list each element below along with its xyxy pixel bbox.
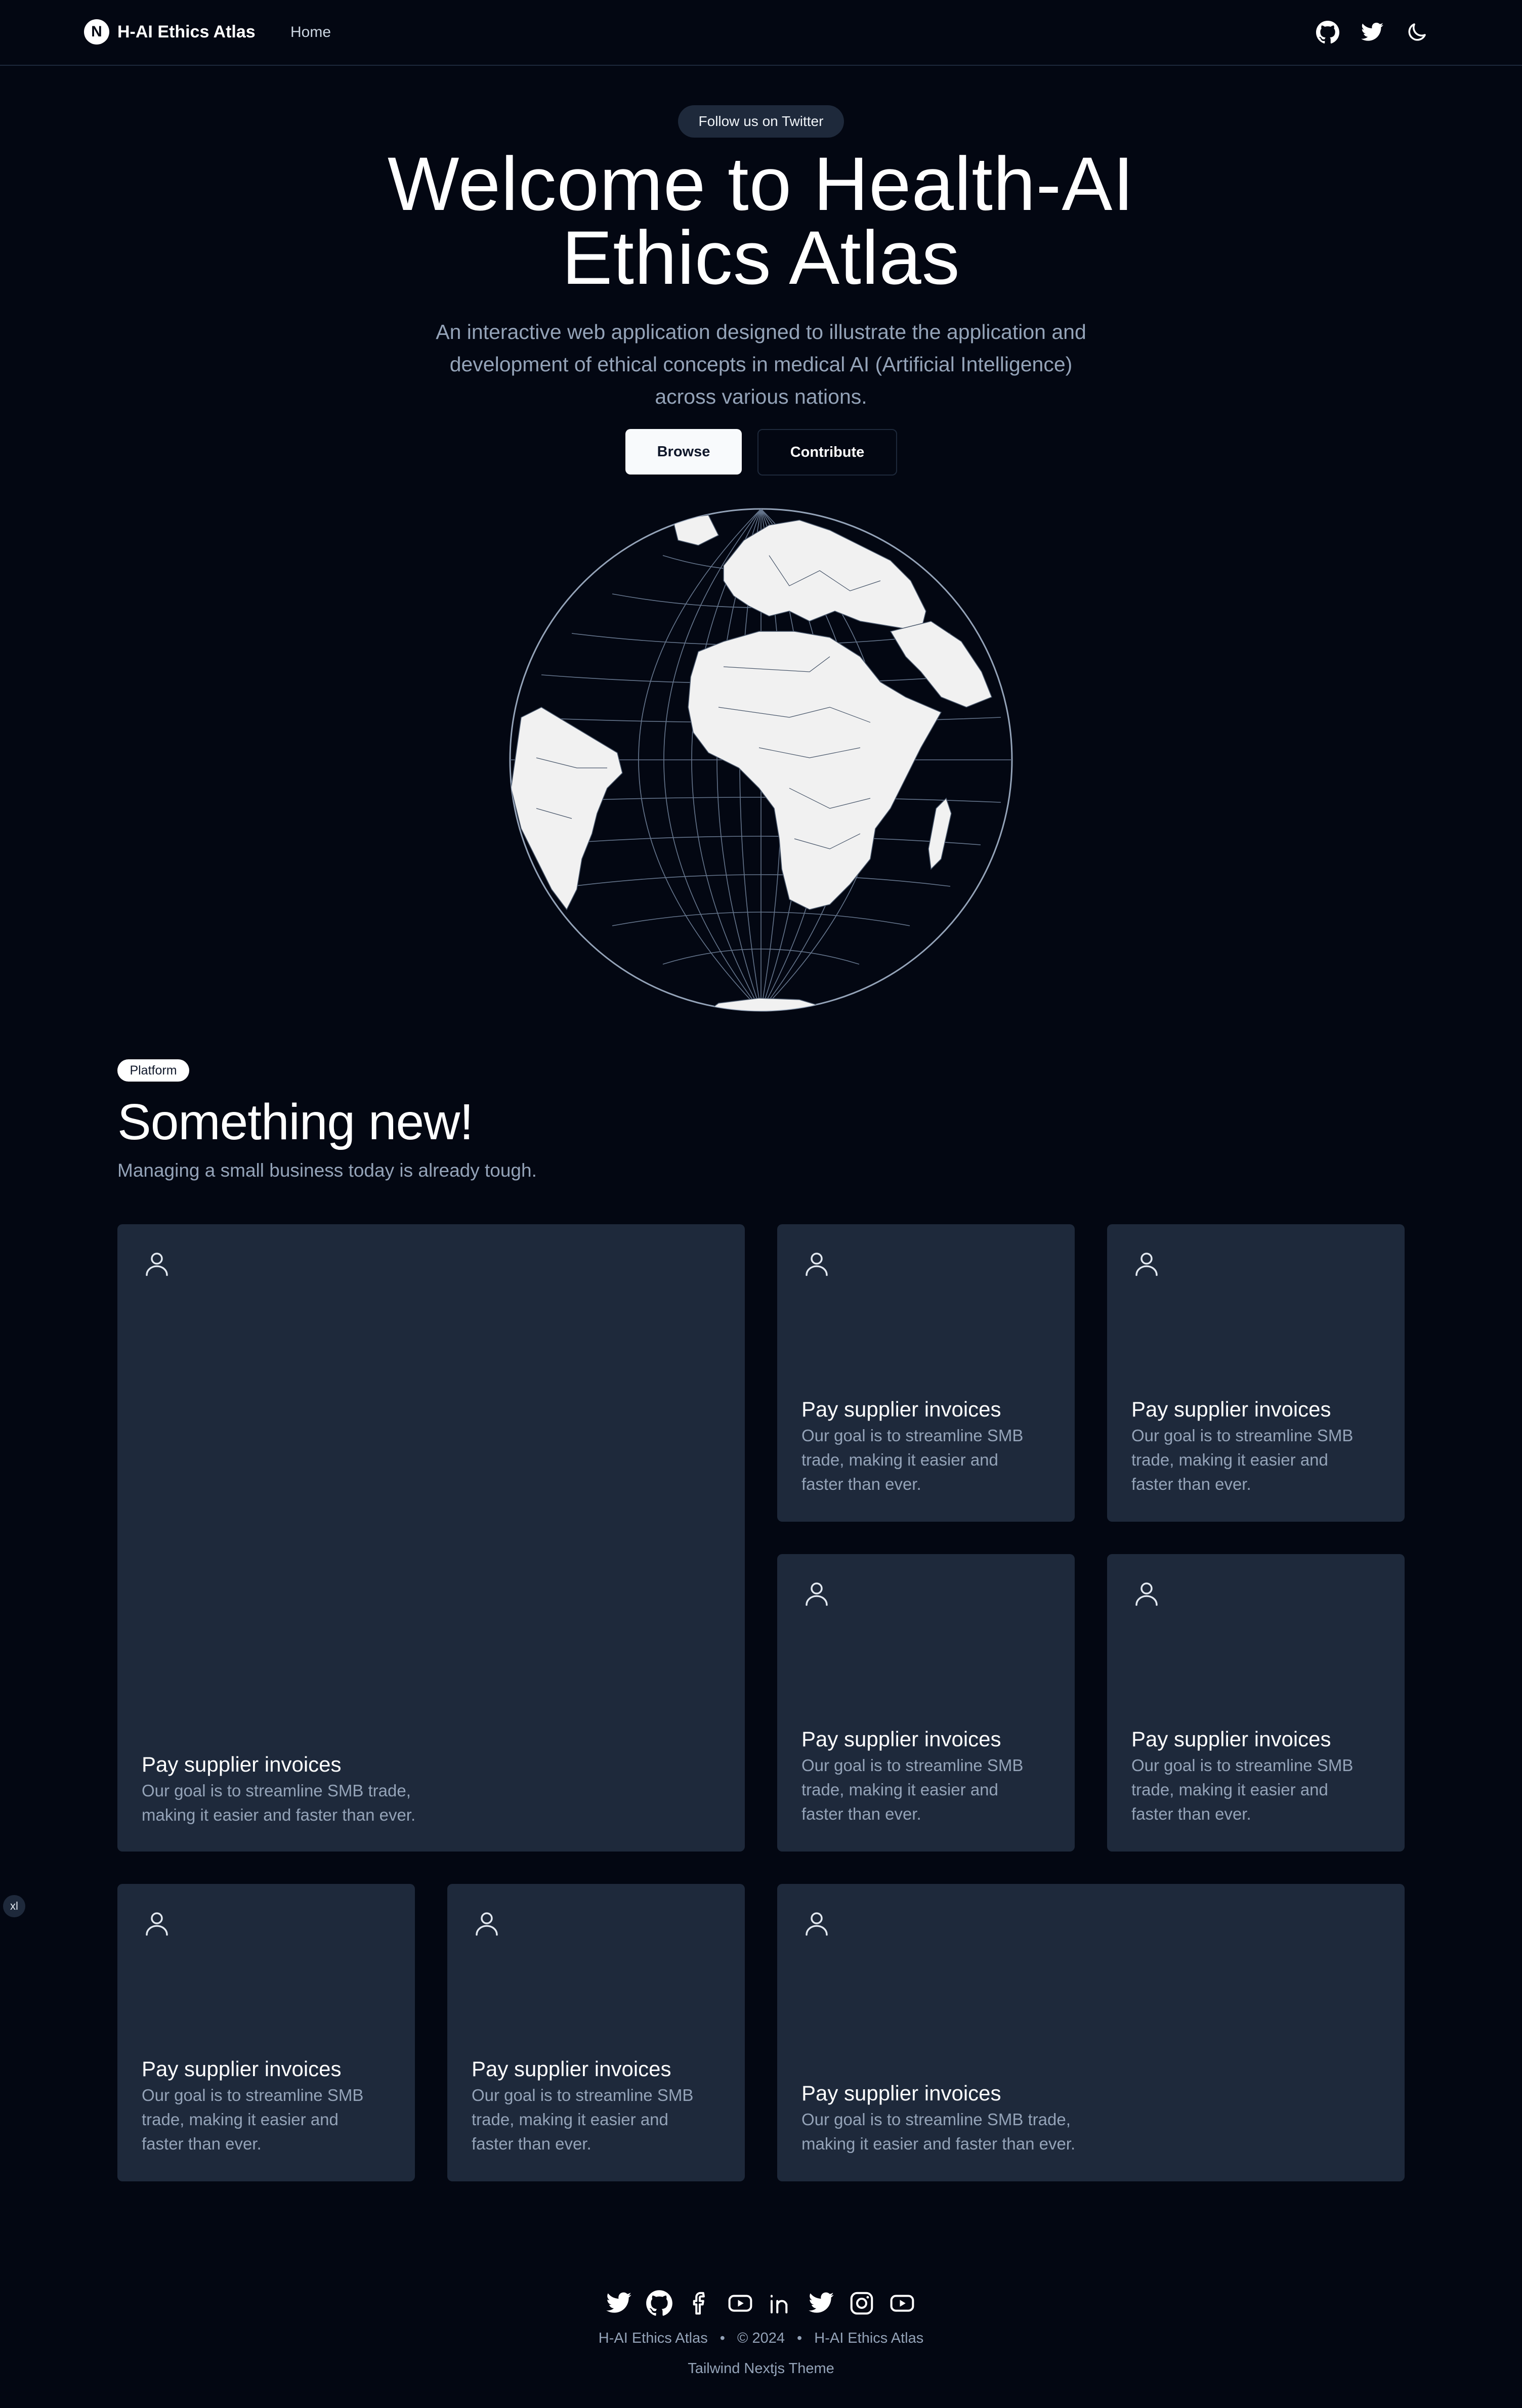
user-icon: [142, 1908, 172, 1939]
hero-subtitle: An interactive web application designed …: [436, 320, 1086, 408]
feature-card[interactable]: Pay supplier invoices Our goal is to str…: [447, 1884, 745, 2181]
instagram-icon[interactable]: [848, 2290, 875, 2317]
card-title: Pay supplier invoices: [472, 2057, 671, 2081]
logo-icon[interactable]: N: [84, 19, 109, 45]
world-globe[interactable]: [506, 505, 1016, 1015]
breakpoint-badge: xl: [3, 1895, 25, 1917]
contribute-button[interactable]: Contribute: [757, 429, 897, 476]
youtube-icon[interactable]: [889, 2290, 916, 2317]
feature-card[interactable]: Pay supplier invoices Our goal is to str…: [777, 1224, 1075, 1522]
feature-card[interactable]: Pay supplier invoices Our goal is to str…: [117, 1224, 745, 1852]
card-description: Our goal is to streamline SMB trade, mak…: [142, 1781, 416, 1824]
footer-brand-left[interactable]: H-AI Ethics Atlas: [599, 2330, 708, 2346]
user-icon: [142, 1249, 172, 1279]
feature-card[interactable]: Pay supplier invoices Our goal is to str…: [1107, 1224, 1405, 1522]
twitter-icon[interactable]: [808, 2290, 835, 2317]
user-icon: [1131, 1578, 1162, 1609]
footer-separator: •: [720, 2330, 725, 2346]
card-description: Our goal is to streamline SMB trade, mak…: [1131, 1426, 1354, 1493]
linkedin-icon[interactable]: [767, 2290, 794, 2317]
hero-title: Welcome to Health-AI Ethics Atlas: [331, 141, 1191, 300]
github-icon[interactable]: [646, 2290, 673, 2317]
footer-brand-right[interactable]: H-AI Ethics Atlas: [814, 2330, 923, 2346]
card-description: Our goal is to streamline SMB trade, mak…: [472, 2086, 694, 2153]
footer-credits: H-AI Ethics Atlas • © 2024 • H-AI Ethics…: [508, 2327, 1014, 2349]
platform-badge: Platform: [117, 1059, 189, 1082]
follow-twitter-pill[interactable]: Follow us on Twitter: [678, 105, 844, 138]
nav-link-home[interactable]: Home: [290, 21, 331, 44]
user-icon: [801, 1578, 832, 1609]
card-description: Our goal is to streamline SMB trade, mak…: [1131, 1756, 1354, 1823]
section-title: Something new!: [117, 1094, 474, 1150]
card-title: Pay supplier invoices: [142, 1752, 342, 1776]
feature-card[interactable]: Pay supplier invoices Our goal is to str…: [777, 1554, 1075, 1852]
card-title: Pay supplier invoices: [142, 2057, 342, 2081]
user-icon: [801, 1908, 832, 1939]
card-description: Our goal is to streamline SMB trade, mak…: [801, 2110, 1076, 2153]
card-title: Pay supplier invoices: [801, 2081, 1001, 2105]
user-icon: [472, 1908, 502, 1939]
twitter-icon[interactable]: [1360, 20, 1384, 45]
user-icon: [1131, 1249, 1162, 1279]
brand-name[interactable]: H-AI Ethics Atlas: [117, 20, 256, 44]
github-icon[interactable]: [1316, 20, 1340, 45]
user-icon: [801, 1249, 832, 1279]
feature-card[interactable]: Pay supplier invoices Our goal is to str…: [117, 1884, 415, 2181]
hero-title-line-1: Welcome to Health-AI: [387, 141, 1135, 226]
footer-copyright: © 2024: [737, 2330, 785, 2346]
card-description: Our goal is to streamline SMB trade, mak…: [801, 1426, 1024, 1493]
hero-title-line-2: Ethics Atlas: [562, 215, 960, 300]
card-title: Pay supplier invoices: [1131, 1727, 1331, 1751]
moon-icon[interactable]: [1405, 20, 1429, 45]
browse-button[interactable]: Browse: [625, 429, 742, 475]
facebook-icon[interactable]: [686, 2290, 713, 2317]
card-title: Pay supplier invoices: [801, 1727, 1001, 1751]
card-description: Our goal is to streamline SMB trade, mak…: [801, 1756, 1024, 1823]
card-title: Pay supplier invoices: [1131, 1397, 1331, 1421]
card-description: Our goal is to streamline SMB trade, mak…: [142, 2086, 364, 2153]
footer-theme-link[interactable]: Tailwind Nextjs Theme: [508, 2357, 1014, 2380]
logo-letter: N: [91, 23, 102, 40]
footer-separator: •: [797, 2330, 802, 2346]
section-subtitle: Managing a small business today is alrea…: [117, 1160, 537, 1181]
feature-card[interactable]: Pay supplier invoices Our goal is to str…: [777, 1884, 1405, 2181]
card-title: Pay supplier invoices: [801, 1397, 1001, 1421]
feature-card[interactable]: Pay supplier invoices Our goal is to str…: [1107, 1554, 1405, 1852]
twitter-icon[interactable]: [605, 2290, 632, 2317]
youtube-icon[interactable]: [727, 2290, 754, 2317]
